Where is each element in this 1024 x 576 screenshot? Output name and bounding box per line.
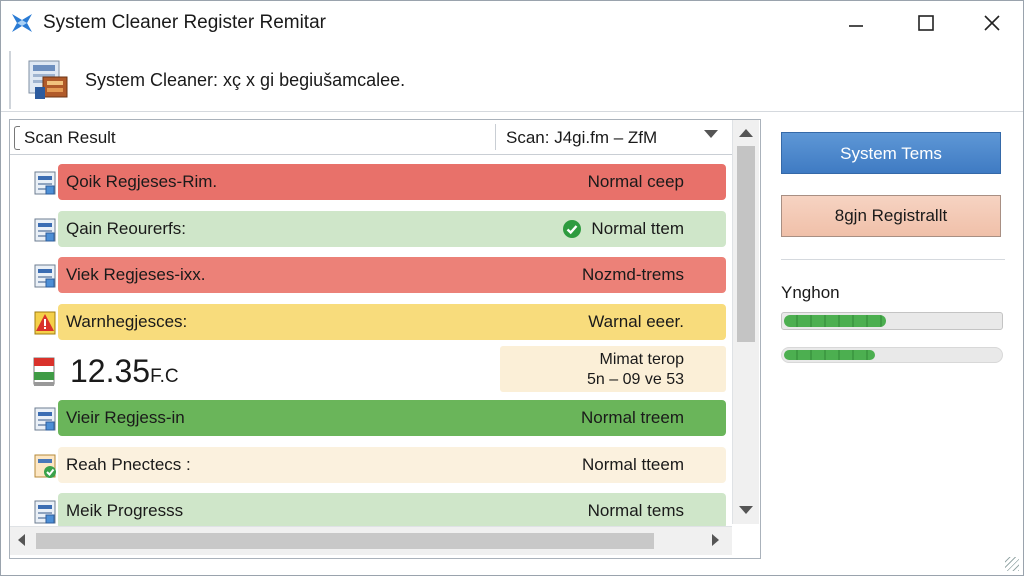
app-window: System Cleaner Register Remitar System C… xyxy=(0,0,1024,576)
column-grip xyxy=(14,126,20,150)
row-name: Viek Regjeses-ixx. xyxy=(66,265,206,284)
row-name: Qoik Regjeses-Rim. xyxy=(66,172,218,191)
row-status: Normal treem xyxy=(581,408,684,427)
scroll-left-icon[interactable] xyxy=(18,534,25,546)
cleaner-app-icon xyxy=(28,60,68,99)
summary-details: Mimat terop 5n – 09 ve 53 xyxy=(500,346,726,392)
column-separator xyxy=(495,124,496,150)
result-row[interactable]: Warnhegjesces: Warnal eeer. xyxy=(10,300,732,346)
row-status: Normal ceep xyxy=(587,172,684,191)
header-description: System Cleaner: xç x gi begiušamcalee. xyxy=(85,70,406,90)
header-strip: System Cleaner: xç x gi begiušamcalee. xyxy=(9,51,1017,109)
column-scan-info[interactable]: Scan: J4gi.fm – ZfM xyxy=(506,128,657,148)
result-row[interactable]: Vieir Regjess-in Normal treem xyxy=(10,396,732,442)
registry-file-icon xyxy=(32,405,58,433)
window-title: System Cleaner Register Remitar xyxy=(43,12,326,33)
chevron-down-icon[interactable] xyxy=(704,130,718,138)
vertical-scrollbar[interactable] xyxy=(732,120,759,524)
horizontal-scroll-thumb[interactable] xyxy=(36,533,654,549)
summary-row[interactable]: 12.35F.C Mimat terop 5n – 09 ve 53 xyxy=(10,342,732,396)
maximize-icon xyxy=(918,15,934,31)
summary-detail-line1: Mimat terop xyxy=(599,351,684,368)
registry-button[interactable]: 8gjn Registrallt xyxy=(781,195,1001,237)
header-divider xyxy=(1,111,1023,112)
row-name: Meik Progresss xyxy=(66,501,184,520)
progress-fill-secondary xyxy=(784,350,875,360)
result-row[interactable]: Reah Pnectecs : Normal tteem xyxy=(10,443,732,489)
registry-file-icon xyxy=(32,169,58,197)
title-bar[interactable]: System Cleaner Register Remitar xyxy=(1,1,1023,45)
scroll-down-icon[interactable] xyxy=(739,506,753,514)
summary-unit: F.C xyxy=(150,366,179,387)
registry-file-icon xyxy=(32,498,58,526)
resize-grip[interactable] xyxy=(1005,557,1019,571)
progress-bar-secondary xyxy=(781,347,1003,363)
check-circle-icon xyxy=(562,219,582,239)
result-row[interactable]: Viek Regjeses-ixx. Nozmd-trems xyxy=(10,253,732,299)
row-status: Normal tteem xyxy=(581,454,684,474)
scroll-up-icon[interactable] xyxy=(739,129,753,137)
maximize-button[interactable] xyxy=(903,5,949,41)
close-icon xyxy=(984,15,1000,31)
registry-check-icon xyxy=(32,452,58,480)
row-status: Normal ttem xyxy=(591,218,684,238)
system-items-button[interactable]: System Tems xyxy=(781,132,1001,174)
registry-file-icon xyxy=(32,262,58,290)
horizontal-scrollbar[interactable] xyxy=(10,526,732,555)
row-name: Warnhegjesces: xyxy=(66,311,188,331)
scan-results-panel: Scan Result Scan: J4gi.fm – ZfM Qoik Reg… xyxy=(9,119,761,559)
panel-divider xyxy=(781,259,1005,260)
row-name: Reah Pnectecs : xyxy=(66,454,191,474)
list-header: Scan Result Scan: J4gi.fm – ZfM xyxy=(10,120,732,155)
row-name: Qain Reourerfs: xyxy=(66,218,186,238)
column-scan-result[interactable]: Scan Result xyxy=(24,128,116,148)
vertical-scroll-thumb[interactable] xyxy=(737,146,755,342)
result-row[interactable]: Qain Reourerfs: Normal ttem xyxy=(10,207,732,253)
registry-size-icon xyxy=(33,357,55,386)
row-name: Vieir Regjess-in xyxy=(66,408,185,427)
warning-icon xyxy=(32,309,58,337)
row-status: Warnal eeer. xyxy=(588,311,684,331)
result-row[interactable]: Qoik Regjeses-Rim. Normal ceep xyxy=(10,160,732,206)
progress-fill-primary xyxy=(784,315,886,327)
close-button[interactable] xyxy=(969,5,1015,41)
progress-bar-primary xyxy=(781,312,1003,330)
minimize-icon xyxy=(849,25,863,27)
row-status: Normal tems xyxy=(587,501,684,520)
app-logo-icon xyxy=(12,14,32,32)
progress-label: Ynghon xyxy=(781,283,840,302)
summary-detail-line2: 5n – 09 ve 53 xyxy=(587,371,684,388)
summary-value: 12.35F.C xyxy=(70,352,179,396)
row-status: Nozmd-trems xyxy=(581,265,684,284)
registry-file-icon xyxy=(32,216,58,244)
minimize-button[interactable] xyxy=(833,5,879,41)
summary-number: 12.35 xyxy=(70,353,151,389)
scroll-right-icon[interactable] xyxy=(712,534,719,546)
